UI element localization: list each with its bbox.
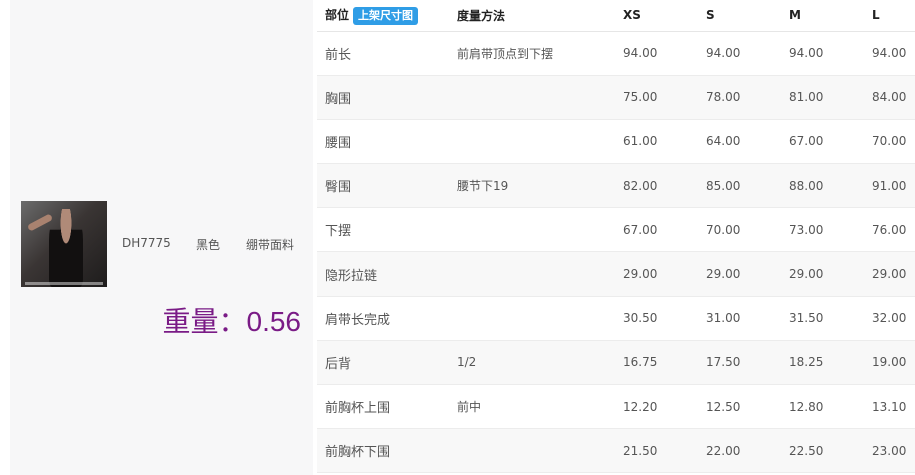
- size-table-header: 部位 上架尺寸图 度量方法 XS S M L: [317, 0, 915, 32]
- size-table: 部位 上架尺寸图 度量方法 XS S M L 前长 前肩带顶点到下摆 94.00 …: [317, 0, 915, 474]
- product-photo-icon: [49, 209, 83, 287]
- row-m: 88.00: [781, 163, 864, 209]
- header-part: 部位 上架尺寸图: [317, 0, 449, 32]
- header-size-xs: XS: [615, 0, 698, 32]
- row-method: [449, 207, 615, 253]
- table-row: 腰围 61.00 64.00 67.00 70.00: [317, 119, 915, 165]
- row-method: 前肩带顶点到下摆: [449, 31, 615, 76]
- row-xs: 12.20: [615, 384, 698, 430]
- row-xs: 82.00: [615, 163, 698, 209]
- row-s: 70.00: [698, 207, 781, 253]
- row-s: 12.50: [698, 384, 781, 430]
- row-l: 84.00: [864, 75, 915, 120]
- row-xs: 67.00: [615, 207, 698, 253]
- row-method: [449, 119, 615, 165]
- row-m: 73.00: [781, 207, 864, 253]
- row-l: 70.00: [864, 119, 915, 165]
- product-material: 绷带面料: [246, 238, 295, 252]
- table-row: 前胸杯下围 21.50 22.00 22.50 23.00: [317, 428, 915, 474]
- row-part: 前长: [317, 31, 449, 76]
- row-part: 前胸杯下围: [317, 428, 449, 474]
- panel-edge: [0, 0, 10, 475]
- row-xs: 16.75: [615, 340, 698, 386]
- row-method: [449, 75, 615, 120]
- row-l: 19.00: [864, 340, 915, 386]
- row-m: 67.00: [781, 119, 864, 165]
- row-xs: 29.00: [615, 251, 698, 297]
- row-m: 31.50: [781, 296, 864, 341]
- row-l: 94.00: [864, 31, 915, 76]
- row-xs: 75.00: [615, 75, 698, 120]
- row-part: 前胸杯上围: [317, 384, 449, 430]
- product-panel: DH7775 黑色 绷带面料 重量：0.56: [0, 0, 313, 475]
- row-m: 18.25: [781, 340, 864, 386]
- table-row: 肩带长完成 30.50 31.00 31.50 32.00: [317, 296, 915, 341]
- row-s: 94.00: [698, 31, 781, 76]
- row-method: 前中: [449, 384, 615, 430]
- row-l: 76.00: [864, 207, 915, 253]
- row-s: 85.00: [698, 163, 781, 209]
- row-part: 肩带长完成: [317, 296, 449, 341]
- row-part: 臀围: [317, 163, 449, 209]
- product-thumbnail[interactable]: [21, 201, 107, 287]
- row-m: 81.00: [781, 75, 864, 120]
- upload-size-chart-button[interactable]: 上架尺寸图: [353, 6, 419, 25]
- row-s: 64.00: [698, 119, 781, 165]
- header-size-s: S: [698, 0, 781, 32]
- table-row: 前胸杯上围 前中 12.20 12.50 12.80 13.10: [317, 384, 915, 430]
- row-part: 下摆: [317, 207, 449, 253]
- header-size-m: M: [781, 0, 864, 32]
- row-s: 17.50: [698, 340, 781, 386]
- row-s: 31.00: [698, 296, 781, 341]
- table-row: 臀围 腰节下19 82.00 85.00 88.00 91.00: [317, 163, 915, 209]
- row-xs: 94.00: [615, 31, 698, 76]
- row-part: 隐形拉链: [317, 251, 449, 297]
- row-s: 78.00: [698, 75, 781, 120]
- header-size-l: L: [864, 0, 915, 32]
- product-weight: 重量：0.56: [162, 306, 302, 337]
- row-method: [449, 296, 615, 341]
- row-l: 13.10: [864, 384, 915, 430]
- table-row: 前长 前肩带顶点到下摆 94.00 94.00 94.00 94.00: [317, 31, 915, 76]
- table-row: 下摆 67.00 70.00 73.00 76.00: [317, 207, 915, 253]
- row-xs: 21.50: [615, 428, 698, 474]
- row-part: 胸围: [317, 75, 449, 120]
- row-m: 29.00: [781, 251, 864, 297]
- row-part: 腰围: [317, 119, 449, 165]
- page: DH7775 黑色 绷带面料 重量：0.56 部位 上架尺寸图 度量方法 XS S…: [0, 0, 915, 475]
- row-s: 29.00: [698, 251, 781, 297]
- header-method: 度量方法: [449, 0, 615, 32]
- product-code: DH7775: [122, 236, 171, 250]
- row-s: 22.00: [698, 428, 781, 474]
- row-l: 91.00: [864, 163, 915, 209]
- row-l: 32.00: [864, 296, 915, 341]
- product-photo-caption: [25, 282, 103, 285]
- table-row: 后背 1/2 16.75 17.50 18.25 19.00: [317, 340, 915, 386]
- table-row: 隐形拉链 29.00 29.00 29.00 29.00: [317, 251, 915, 297]
- row-m: 94.00: [781, 31, 864, 76]
- product-color: 黑色: [196, 238, 221, 252]
- row-m: 12.80: [781, 384, 864, 430]
- header-part-label: 部位: [325, 8, 350, 22]
- row-l: 29.00: [864, 251, 915, 297]
- table-row: 胸围 75.00 78.00 81.00 84.00: [317, 75, 915, 120]
- row-m: 22.50: [781, 428, 864, 474]
- row-method: 腰节下19: [449, 163, 615, 209]
- row-method: 1/2: [449, 340, 615, 386]
- row-l: 23.00: [864, 428, 915, 474]
- row-method: [449, 428, 615, 474]
- row-xs: 61.00: [615, 119, 698, 165]
- row-method: [449, 251, 615, 297]
- row-part: 后背: [317, 340, 449, 386]
- row-xs: 30.50: [615, 296, 698, 341]
